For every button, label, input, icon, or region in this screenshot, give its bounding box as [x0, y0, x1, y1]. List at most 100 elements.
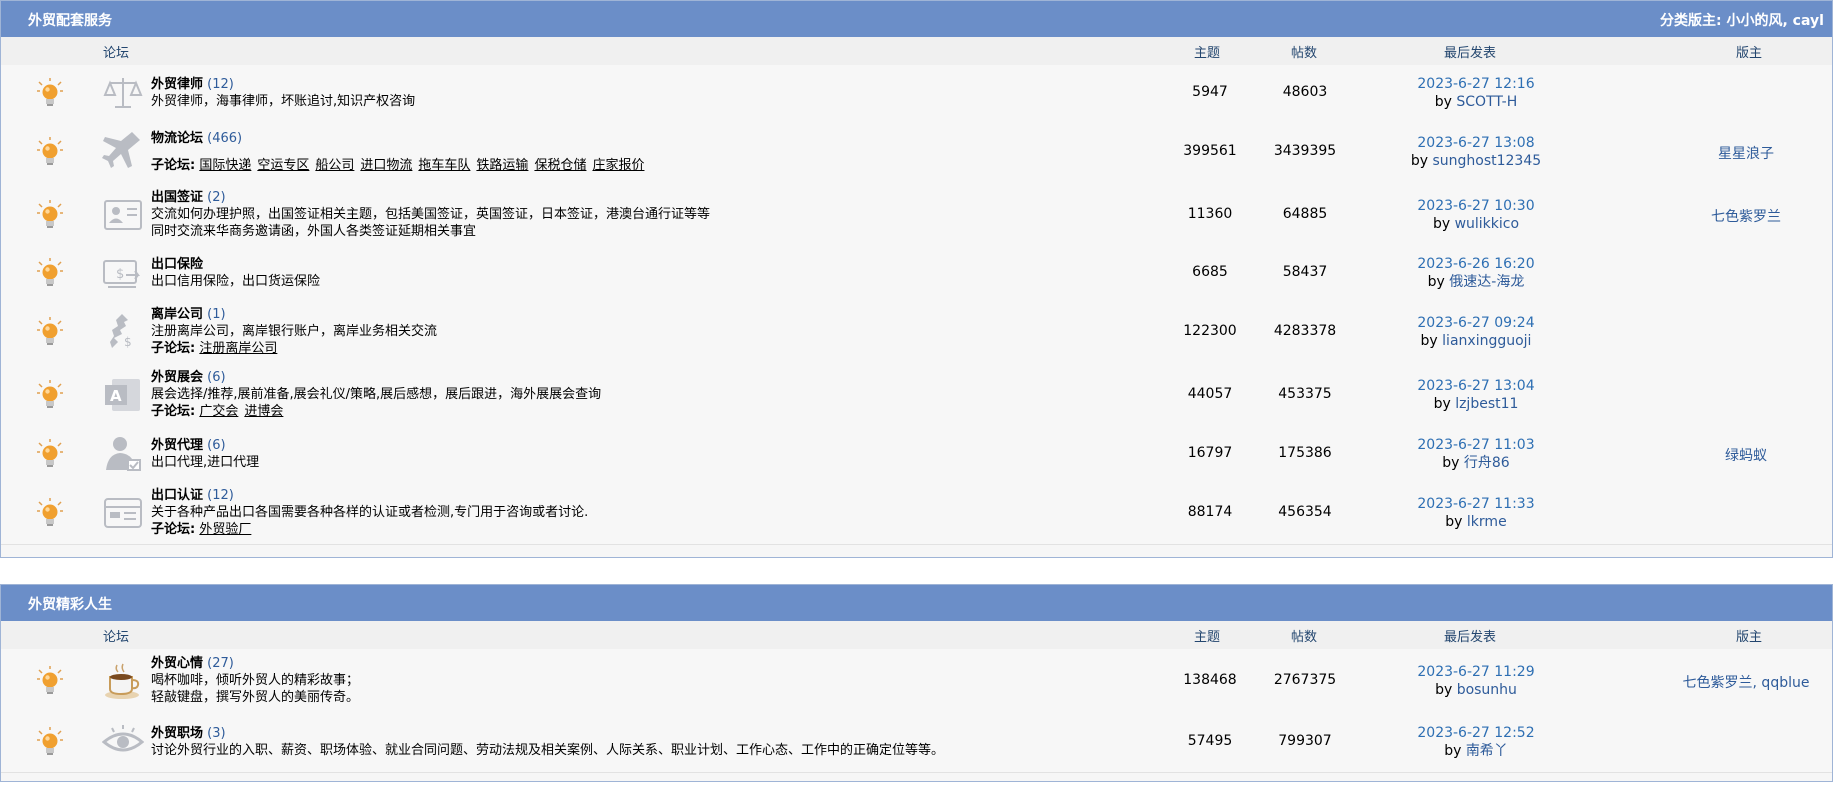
- last-post: 2023-6-27 12:52 by 南希丫: [1371, 724, 1581, 760]
- post-count: 799307: [1278, 733, 1332, 749]
- last-post-time-link[interactable]: 2023-6-27 11:29: [1371, 663, 1581, 681]
- forum-name-link[interactable]: 外贸心情: [151, 656, 203, 671]
- last-post-time-link[interactable]: 2023-6-27 13:04: [1371, 377, 1581, 395]
- subforum-link[interactable]: 庄家报价: [592, 158, 644, 173]
- subforum-label: 子论坛:: [151, 157, 196, 173]
- subforum-link[interactable]: 进博会: [244, 404, 283, 419]
- certificate-icon[interactable]: [102, 493, 144, 533]
- forum-name-link[interactable]: 外贸职场: [151, 726, 203, 741]
- moderator-link[interactable]: 绿蚂蚁: [1725, 448, 1767, 464]
- forum-title-line: 出国签证 (2): [151, 189, 710, 206]
- last-post-time-link[interactable]: 2023-6-27 11:33: [1371, 495, 1581, 513]
- last-post: 2023-6-27 09:24 by lianxingguoji: [1371, 314, 1581, 350]
- moderator-link[interactable]: 七色紫罗兰: [1711, 209, 1781, 225]
- subforum-link[interactable]: 空运专区: [257, 158, 309, 173]
- last-post-author-link[interactable]: wulikkico: [1455, 216, 1519, 232]
- forum-moderator: 七色紫罗兰, qqblue: [1661, 672, 1831, 692]
- forum-name-link[interactable]: 外贸代理: [151, 438, 203, 453]
- last-post-time-link[interactable]: 2023-6-27 10:30: [1371, 197, 1581, 215]
- subforum-link[interactable]: 船公司: [315, 158, 354, 173]
- last-post-time-link[interactable]: 2023-6-27 11:03: [1371, 436, 1581, 454]
- col-forum: 论坛: [103, 46, 130, 61]
- subforum-link[interactable]: 保税仓储: [534, 158, 586, 173]
- last-post-author-link[interactable]: 行舟86: [1464, 455, 1510, 471]
- last-post-author-link[interactable]: lzjbest11: [1455, 396, 1518, 412]
- category-title[interactable]: 外贸配套服务: [28, 10, 112, 30]
- post-count: 453375: [1278, 385, 1332, 402]
- forum-name-link[interactable]: 出国签证: [151, 190, 203, 205]
- last-post: 2023-6-27 11:03 by 行舟86: [1371, 436, 1581, 472]
- last-post-author-link[interactable]: sunghost12345: [1432, 153, 1541, 169]
- id-card-icon[interactable]: [102, 195, 144, 235]
- forum-moderator: 星星浪子: [1661, 143, 1831, 163]
- category-header: 外贸配套服务 分类版主: 小小的风, cayl: [1, 1, 1832, 37]
- last-post: 2023-6-27 11:33 by lkrme: [1371, 495, 1581, 531]
- forum-name-link[interactable]: 离岸公司: [151, 307, 203, 322]
- money-icon[interactable]: $: [102, 312, 144, 352]
- subforum-link[interactable]: 注册离岸公司: [199, 341, 277, 356]
- last-post-author-link[interactable]: 俄速达-海龙: [1449, 274, 1524, 290]
- last-post-author-link[interactable]: lianxingguoji: [1442, 333, 1531, 349]
- forum-name-link[interactable]: 物流论坛: [151, 131, 203, 146]
- forum-name-link[interactable]: 外贸律师: [151, 77, 203, 92]
- forum-description: 展会选择/推荐,展前准备,展会礼仪/策略,展后感想，展后跟进，海外展展会查询: [151, 387, 602, 402]
- col-topics: 主题: [1194, 46, 1221, 61]
- last-post-author-link[interactable]: lkrme: [1467, 514, 1507, 530]
- category-moderators: 分类版主: 小小的风, cayl: [1660, 13, 1824, 29]
- subforum-link[interactable]: 外贸验厂: [199, 522, 251, 537]
- forum-name-link[interactable]: 外贸展会: [151, 370, 203, 385]
- forum-row: 外贸职场 (3) 讨论外贸行业的入职、薪资、职场体验、就业合同问题、劳动法规及相关…: [1, 712, 1832, 773]
- forum-info: 出口保险 出口信用保险，出口货运保险: [151, 256, 320, 290]
- scale-icon[interactable]: [102, 73, 144, 113]
- last-post-time-link[interactable]: 2023-6-27 13:08: [1371, 134, 1581, 152]
- forum-info: 出口认证 (12) 关于各种产品出口各国需要各种各样的认证或者检测,专门用于咨询或…: [151, 487, 588, 538]
- post-count: 456354: [1278, 503, 1332, 520]
- last-post-author-link[interactable]: 南希丫: [1466, 743, 1508, 759]
- last-post-author-link[interactable]: SCOTT-H: [1456, 94, 1517, 110]
- subforum-link[interactable]: 铁路运输: [476, 158, 528, 173]
- last-post-author-link[interactable]: bosunhu: [1457, 682, 1517, 698]
- coffee-icon[interactable]: [102, 661, 144, 701]
- forum-new-count: (12): [207, 488, 234, 503]
- eye-icon[interactable]: [101, 722, 145, 762]
- airplane-icon[interactable]: [102, 131, 144, 172]
- last-post: 2023-6-27 13:08 by sunghost12345: [1371, 134, 1581, 170]
- last-post-time-link[interactable]: 2023-6-26 16:20: [1371, 255, 1581, 273]
- last-post-time-link[interactable]: 2023-6-27 12:52: [1371, 724, 1581, 742]
- new-posts-bulb-icon: [37, 258, 63, 288]
- column-header: 论坛 主题 帖数 最后发表 版主: [1, 37, 1832, 66]
- topic-count: 6685: [1192, 264, 1228, 280]
- last-post: 2023-6-26 16:20 by 俄速达-海龙: [1371, 255, 1581, 291]
- forum-new-count: (12): [207, 76, 234, 92]
- post-count: 64885: [1282, 205, 1328, 222]
- subforum-link[interactable]: 国际快递: [199, 158, 251, 173]
- subforum-link[interactable]: 广交会: [199, 404, 238, 419]
- col-moderator: 版主: [1736, 46, 1763, 61]
- svg-text:$: $: [116, 267, 124, 282]
- svg-text:$: $: [124, 335, 132, 349]
- subforum-link[interactable]: 拖车车队: [418, 158, 470, 173]
- topic-count: 5947: [1192, 83, 1228, 100]
- subforum-list: 子论坛: 外贸验厂: [151, 521, 588, 538]
- moderator-link[interactable]: 星星浪子: [1718, 146, 1774, 162]
- exhibition-icon[interactable]: A: [102, 375, 144, 415]
- last-post-time-link[interactable]: 2023-6-27 09:24: [1371, 314, 1581, 332]
- topic-count: 16797: [1187, 444, 1233, 461]
- subforum-link[interactable]: 进口物流: [360, 158, 412, 173]
- svg-text:A: A: [110, 387, 122, 405]
- forum-row: 物流论坛 (466) 子论坛: 国际快递 空运专区 船公司 进口物流 拖车车队 铁路运输 保税…: [1, 120, 1832, 184]
- moderator-link[interactable]: 七色紫罗兰, qqblue: [1683, 675, 1810, 691]
- category-title[interactable]: 外贸精彩人生: [28, 594, 112, 614]
- insurance-icon[interactable]: $: [102, 253, 144, 293]
- forum-new-count: (2): [207, 190, 226, 205]
- agent-icon[interactable]: [102, 434, 144, 474]
- forum-info: 离岸公司 (1) 注册离岸公司，离岸银行账户，离岸业务相关交流 子论坛: 注册离岸公…: [151, 306, 437, 357]
- topic-count: 44057: [1187, 385, 1233, 402]
- subforum-list: 子论坛: 广交会 进博会: [151, 403, 601, 420]
- forum-name-link[interactable]: 出口认证: [151, 488, 203, 503]
- new-posts-bulb-icon: [37, 199, 63, 230]
- post-count: 3439395: [1273, 142, 1337, 159]
- col-posts: 帖数: [1291, 46, 1318, 61]
- forum-name-link[interactable]: 出口保险: [151, 257, 203, 272]
- last-post-time-link[interactable]: 2023-6-27 12:16: [1371, 75, 1581, 93]
